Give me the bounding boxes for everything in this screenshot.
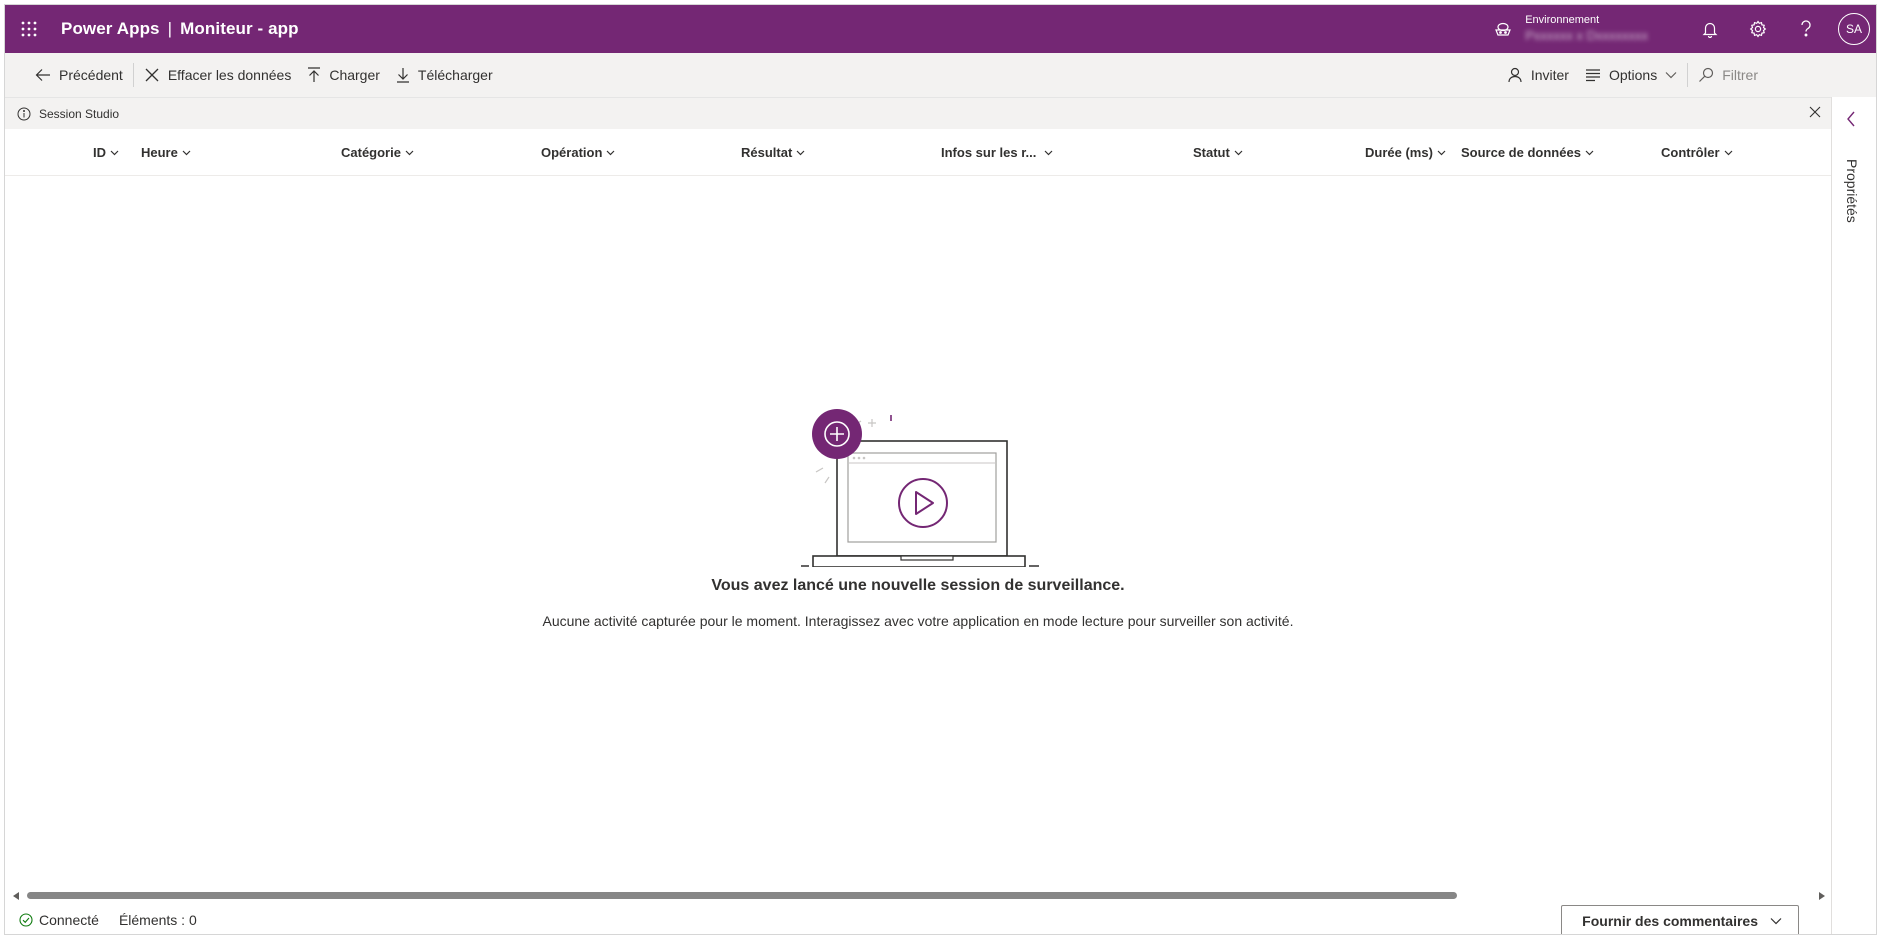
avatar[interactable]: SA [1838, 13, 1870, 45]
person-icon [1508, 67, 1522, 83]
scroll-left-icon[interactable] [13, 892, 19, 900]
column-header-controler[interactable]: Contrôler [1661, 129, 1733, 176]
column-label: Source de données [1461, 145, 1581, 160]
back-label: Précédent [59, 67, 123, 83]
environment-value: Pxxxxxx x Dxxxxxxxx [1525, 28, 1648, 43]
options-lines-icon [1585, 69, 1600, 82]
app-frame: Power Apps | Moniteur - app Environnement … [4, 4, 1877, 935]
chevron-down-icon [405, 150, 414, 156]
command-divider [132, 63, 134, 87]
properties-label[interactable]: Propriétés [1844, 159, 1860, 223]
invite-label: Inviter [1530, 67, 1569, 83]
chevron-down-icon [796, 150, 805, 156]
column-label: Catégorie [341, 145, 401, 160]
chevron-down-icon [1665, 72, 1677, 79]
download-button[interactable]: Télécharger [388, 53, 501, 97]
column-header-source[interactable]: Source de données [1461, 129, 1594, 176]
app-title: Power Apps | Moniteur - app [61, 19, 299, 39]
scrollbar-thumb[interactable] [27, 892, 1457, 899]
session-infobar: Session Studio [5, 97, 1831, 129]
title-separator: | [167, 19, 173, 38]
horizontal-scrollbar[interactable] [5, 887, 1831, 903]
check-circle-icon [19, 912, 33, 927]
column-label: Heure [141, 145, 178, 160]
laptop-illustration [801, 409, 1039, 567]
status-bar: Connecté Éléments : 0 Fournir des commen… [5, 903, 1831, 934]
elements-count: Éléments : 0 [118, 911, 197, 928]
clear-data-button[interactable]: Effacer les données [136, 53, 300, 97]
column-label: Statut [1193, 145, 1230, 160]
clear-data-label: Effacer les données [167, 67, 292, 83]
filter-icon [1699, 67, 1714, 82]
connection-label: Connecté [39, 911, 99, 928]
help-icon[interactable] [1782, 5, 1830, 53]
connection-status: Connecté [19, 912, 99, 928]
column-header-id[interactable]: ID [93, 129, 119, 176]
chevron-down-icon [1437, 150, 1446, 156]
column-label: Infos sur les r... [941, 145, 1037, 160]
column-header-heure[interactable]: Heure [141, 129, 191, 176]
grid-header: ID Heure Catégorie Opération Résultat In… [5, 129, 1831, 176]
upload-icon [308, 67, 321, 82]
clear-x-icon [145, 68, 159, 82]
chevron-down-icon [1044, 150, 1053, 156]
session-label: Session Studio [39, 106, 120, 121]
column-label: Opération [541, 145, 603, 160]
chevron-down-icon [182, 150, 191, 156]
upload-label: Charger [329, 67, 380, 83]
brand-name[interactable]: Power Apps [61, 19, 160, 38]
command-divider [1687, 63, 1689, 87]
command-bar-right: Inviter Options Filtrer [1499, 53, 1876, 97]
column-label: Durée (ms) [1365, 145, 1433, 160]
top-header: Power Apps | Moniteur - app Environnement … [5, 5, 1876, 53]
download-icon [396, 68, 409, 83]
options-button[interactable]: Options [1577, 53, 1685, 97]
column-header-statut[interactable]: Statut [1193, 129, 1243, 176]
feedback-label: Fournir des commentaires [1582, 913, 1758, 929]
column-header-operation[interactable]: Opération [541, 129, 615, 176]
environment-label: Environnement [1525, 14, 1600, 26]
environment-text: Environnement Pxxxxxx x Dxxxxxxxx [1525, 14, 1648, 44]
close-icon[interactable] [1809, 106, 1821, 118]
column-label: Résultat [741, 145, 793, 160]
chevron-down-icon [1234, 150, 1243, 156]
column-header-duree[interactable]: Durée (ms) [1365, 129, 1446, 176]
download-label: Télécharger [417, 67, 493, 83]
header-actions: Environnement Pxxxxxx x Dxxxxxxxx SA [1493, 5, 1876, 53]
filter-button[interactable]: Filtrer [1690, 53, 1766, 97]
environment-icon [1493, 19, 1513, 39]
back-button[interactable]: Précédent [27, 53, 131, 97]
page-name: Moniteur - app [180, 19, 299, 38]
empty-state: Vous avez lancé une nouvelle session de … [5, 177, 1831, 887]
info-icon [17, 107, 31, 121]
column-label: Contrôler [1661, 145, 1720, 160]
column-header-infos[interactable]: Infos sur les r... [941, 129, 1053, 176]
scroll-right-icon[interactable] [1819, 892, 1825, 900]
feedback-button[interactable]: Fournir des commentaires [1561, 905, 1799, 934]
command-bar: Précédent Effacer les données Charger Té… [5, 53, 1876, 97]
upload-button[interactable]: Charger [299, 53, 388, 97]
empty-state-description: Aucune activité capturée pour le moment.… [542, 613, 1294, 629]
chevron-down-icon [110, 150, 119, 156]
chevron-down-icon [1724, 150, 1733, 156]
column-header-resultat[interactable]: Résultat [741, 129, 805, 176]
bell-icon[interactable] [1686, 5, 1734, 53]
options-label: Options [1608, 67, 1658, 83]
column-label: ID [93, 145, 106, 160]
chevron-down-icon [606, 150, 615, 156]
filter-label: Filtrer [1722, 67, 1758, 83]
environment-picker[interactable]: Environnement Pxxxxxx x Dxxxxxxxx [1493, 14, 1648, 44]
gear-icon[interactable] [1734, 5, 1782, 53]
chevron-down-icon [1585, 150, 1594, 156]
properties-panel: Propriétés [1831, 97, 1876, 934]
waffle-icon[interactable] [5, 5, 53, 53]
column-header-categorie[interactable]: Catégorie [341, 129, 414, 176]
chevron-down-icon [1770, 918, 1782, 925]
empty-state-title: Vous avez lancé une nouvelle session de … [711, 577, 1125, 594]
back-arrow-icon [35, 69, 50, 81]
chevron-left-icon[interactable] [1846, 111, 1856, 127]
invite-button[interactable]: Inviter [1499, 53, 1577, 97]
